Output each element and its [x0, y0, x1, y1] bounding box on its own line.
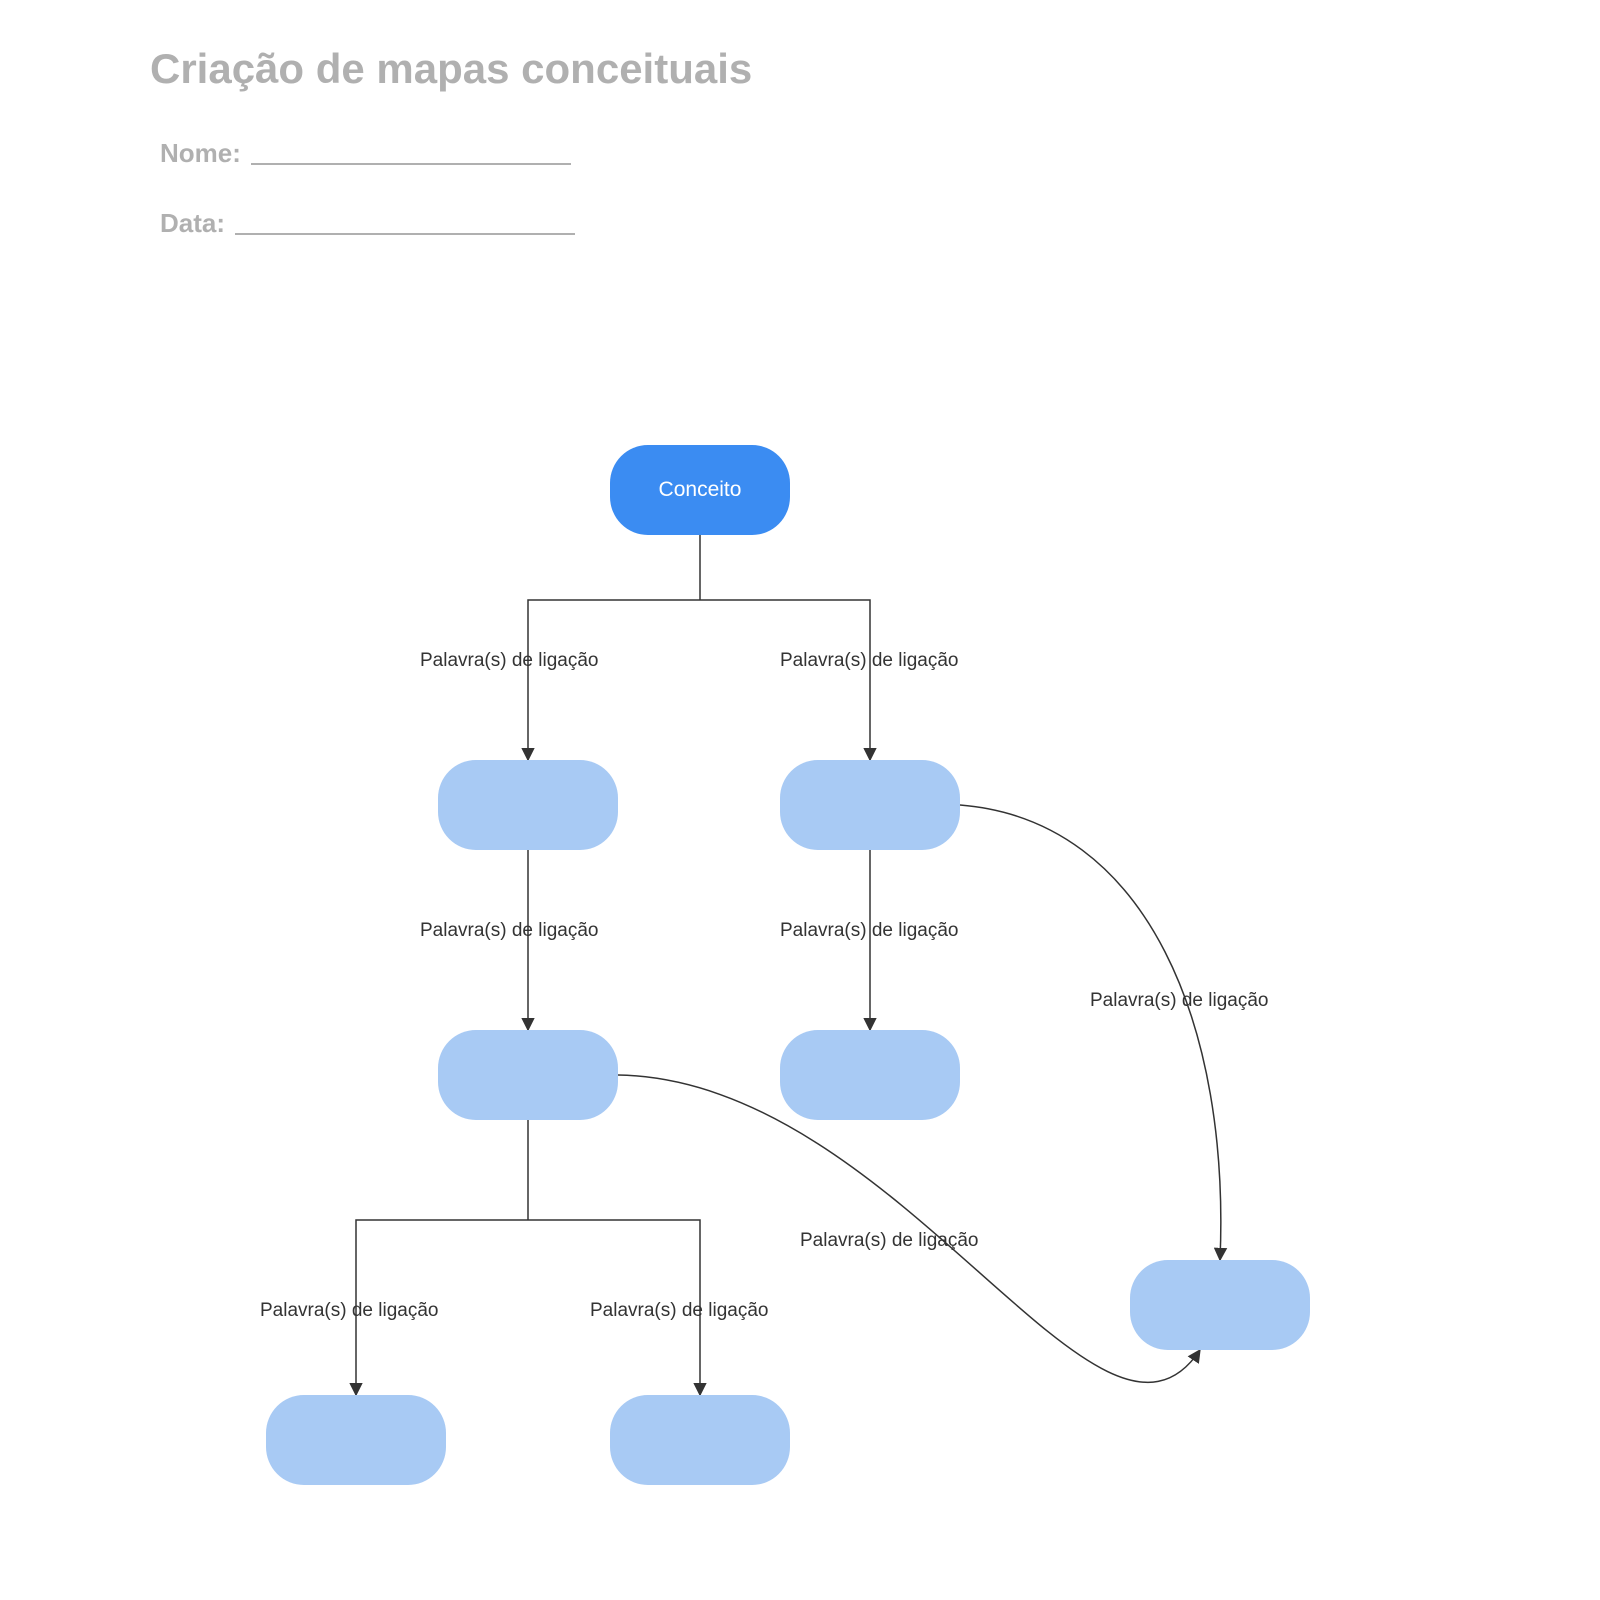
edge-label-6: Palavra(s) de ligação: [590, 1300, 768, 1322]
edge-label-8: Palavra(s) de ligação: [800, 1230, 978, 1252]
edge-label-4: Palavra(s) de ligação: [780, 920, 958, 942]
concept-node-2[interactable]: [438, 760, 618, 850]
concept-node-3[interactable]: [780, 760, 960, 850]
edge-label-7: Palavra(s) de ligação: [1090, 990, 1268, 1012]
name-label: Nome:: [160, 138, 241, 169]
concept-node-6[interactable]: [266, 1395, 446, 1485]
concept-node-5[interactable]: [780, 1030, 960, 1120]
name-field-row: Nome:: [160, 138, 571, 169]
page-title: Criação de mapas conceituais: [150, 45, 752, 93]
edge-label-3: Palavra(s) de ligação: [420, 920, 598, 942]
date-underline: [235, 233, 575, 235]
date-field-row: Data:: [160, 208, 575, 239]
name-underline: [251, 163, 571, 165]
edge-label-5: Palavra(s) de ligação: [260, 1300, 438, 1322]
concept-node-8[interactable]: [1130, 1260, 1310, 1350]
concept-node-7[interactable]: [610, 1395, 790, 1485]
edge-label-1: Palavra(s) de ligação: [420, 650, 598, 672]
date-label: Data:: [160, 208, 225, 239]
edge-label-2: Palavra(s) de ligação: [780, 650, 958, 672]
concept-node-root[interactable]: Conceito: [610, 445, 790, 535]
concept-node-4[interactable]: [438, 1030, 618, 1120]
